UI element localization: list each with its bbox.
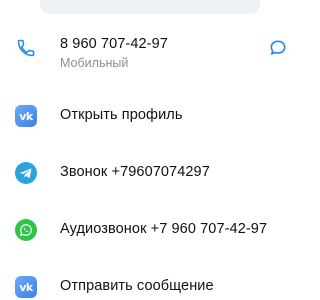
open-profile-row[interactable]: vk Открыть профиль (0, 104, 300, 130)
telegram-call-label: Звонок +79607074297 (60, 164, 210, 180)
whatsapp-icon (14, 218, 38, 242)
phone-icon (14, 36, 38, 60)
whatsapp-audio-call-row[interactable]: Аудиозвонок +7 960 707-42-97 (0, 218, 300, 244)
top-card-edge (40, 0, 260, 14)
telegram-icon (14, 161, 38, 185)
telegram-call-row[interactable]: Звонок +79607074297 (0, 161, 300, 187)
phone-type-label: Мобильный (60, 56, 129, 70)
open-profile-label: Открыть профиль (60, 107, 183, 123)
send-message-label: Отправить сообщение (60, 278, 214, 294)
send-message-row[interactable]: vk Отправить сообщение (0, 275, 300, 300)
phone-row[interactable]: 8 960 707-42-97 Мобильный (0, 34, 300, 78)
vk-icon: vk (14, 104, 38, 128)
top-bar (0, 0, 300, 16)
phone-number: 8 960 707-42-97 (60, 36, 168, 52)
whatsapp-audio-call-label: Аудиозвонок +7 960 707-42-97 (60, 221, 268, 237)
vk-icon: vk (14, 275, 38, 299)
message-bubble-icon[interactable] (267, 37, 289, 59)
